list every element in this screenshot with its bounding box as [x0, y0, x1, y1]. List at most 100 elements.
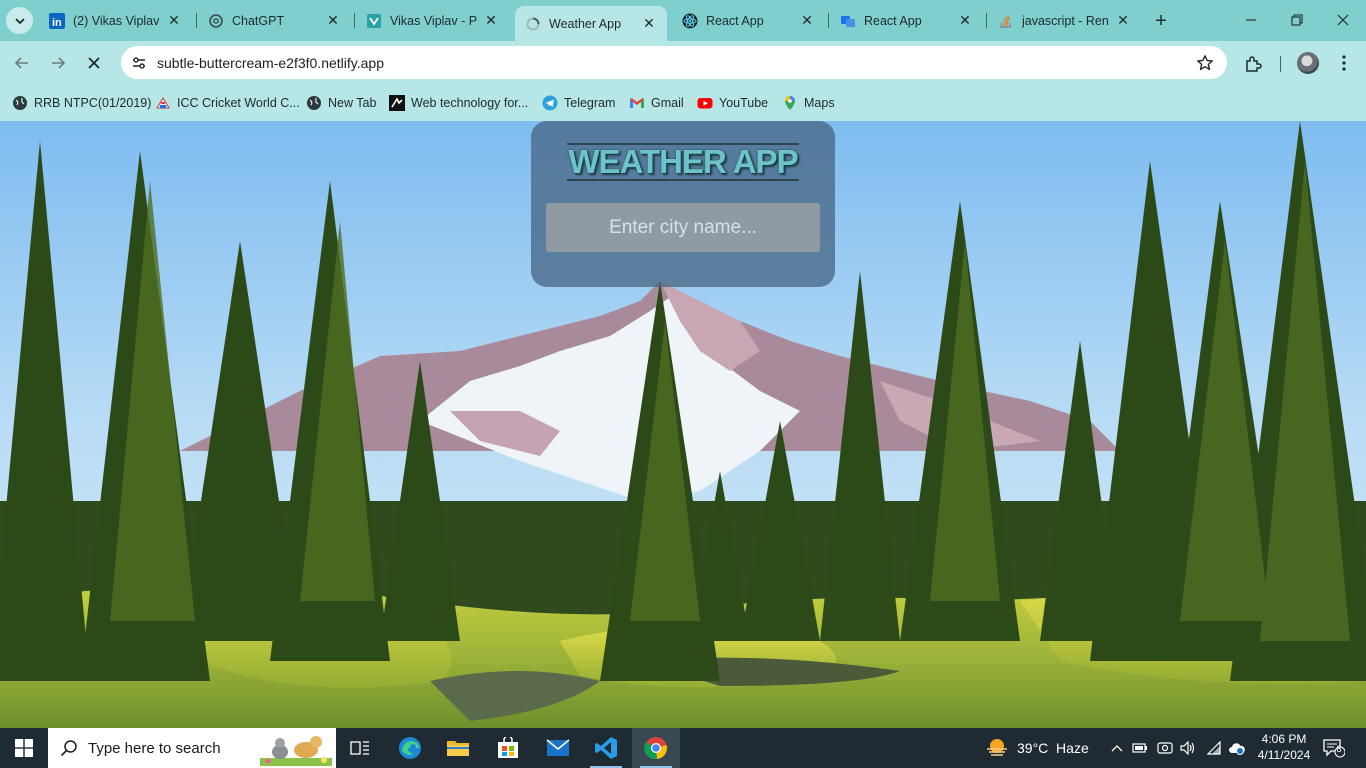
back-button[interactable] — [8, 49, 36, 77]
youtube-icon — [697, 95, 713, 111]
bookmark-gmail[interactable]: Gmail — [629, 92, 684, 114]
bookmark-web-technology[interactable]: Web technology for... — [389, 92, 528, 114]
tab-title: (2) Vikas Viplav | — [73, 13, 160, 28]
react-icon — [682, 13, 698, 29]
battery-tray-icon[interactable] — [1131, 739, 1149, 757]
tab-title: ChatGPT — [232, 13, 285, 28]
chevron-down-icon — [14, 17, 25, 24]
tab-strip: in (2) Vikas Viplav | ✕ ChatGPT ✕ Vikas … — [0, 0, 1366, 41]
profile-avatar[interactable] — [1297, 52, 1319, 74]
restore-button[interactable] — [1274, 0, 1320, 40]
tab-react-app-2[interactable]: React App ✕ — [830, 6, 983, 35]
bookmark-label: Maps — [804, 96, 835, 110]
bookmark-rrb-ntpc[interactable]: RRB NTPC(01/2019) — [12, 92, 151, 114]
taskbar-clock[interactable]: 4:06 PM 4/11/2024 — [1252, 731, 1316, 763]
network-tray-icon[interactable] — [1205, 739, 1223, 757]
weather-card: WEATHER APP — [531, 121, 835, 287]
tab-separator — [986, 13, 987, 28]
taskbar-vscode[interactable] — [582, 728, 630, 768]
tab-title: javascript - Rend — [1022, 13, 1109, 28]
app-title: WEATHER APP — [568, 143, 798, 180]
bookmark-label: New Tab — [328, 96, 377, 110]
toolbar-divider — [1280, 56, 1281, 72]
globe-icon — [12, 95, 28, 111]
start-button[interactable] — [0, 728, 48, 768]
haze-icon — [987, 739, 1007, 756]
stop-loading-button[interactable] — [80, 49, 108, 77]
tab-separator — [196, 13, 197, 28]
star-icon — [1197, 55, 1213, 71]
close-icon[interactable]: ✕ — [641, 15, 657, 32]
bookmark-icc-cricket[interactable]: ICC Cricket World C... — [155, 92, 300, 114]
url-text[interactable]: subtle-buttercream-e2f3f0.netlify.app — [157, 55, 384, 71]
battery-icon — [1132, 743, 1147, 753]
extensions-button[interactable] — [1241, 52, 1265, 76]
tab-react-app-1[interactable]: React App ✕ — [672, 6, 825, 35]
close-icon[interactable]: ✕ — [1115, 12, 1131, 29]
tab-stackoverflow[interactable]: javascript - Rend ✕ — [988, 6, 1141, 35]
close-icon[interactable]: ✕ — [325, 12, 341, 29]
address-bar[interactable]: subtle-buttercream-e2f3f0.netlify.app — [121, 46, 1227, 79]
close-icon[interactable]: ✕ — [799, 12, 815, 29]
bookmark-telegram[interactable]: Telegram — [542, 92, 615, 114]
browser-toolbar: subtle-buttercream-e2f3f0.netlify.app — [0, 41, 1366, 85]
onedrive-tray-icon[interactable] — [1228, 739, 1246, 757]
show-hidden-icons[interactable] — [1108, 739, 1126, 757]
task-view-button[interactable] — [336, 728, 384, 768]
chatgpt-icon — [208, 13, 224, 29]
taskbar-edge[interactable] — [386, 728, 434, 768]
tab-title: Weather App — [549, 16, 622, 31]
close-icon[interactable]: ✕ — [483, 12, 499, 29]
action-center-button[interactable]: 8 — [1322, 737, 1346, 759]
page-viewport: WEATHER APP — [0, 121, 1366, 728]
tab-weather-app[interactable]: Weather App ✕ — [515, 6, 667, 41]
bookmark-star-button[interactable] — [1195, 53, 1215, 73]
globe-icon — [306, 95, 322, 111]
loading-icon — [525, 16, 541, 32]
tab-separator — [354, 13, 355, 28]
tab-linkedin[interactable]: in (2) Vikas Viplav | ✕ — [39, 6, 192, 35]
weather-text: 39°C Haze — [1017, 740, 1089, 756]
taskbar-chrome[interactable] — [632, 728, 680, 768]
site-info-button[interactable] — [127, 51, 150, 74]
arrow-left-icon — [14, 57, 28, 69]
store-icon — [498, 737, 518, 758]
cricket-icon — [155, 95, 171, 111]
bookmark-label: YouTube — [719, 96, 769, 110]
volume-tray-icon[interactable] — [1179, 739, 1197, 757]
bookmark-label: RRB NTPC(01/2019) — [34, 96, 152, 110]
tune-icon — [132, 56, 145, 69]
search-highlight-illustration — [260, 736, 332, 766]
new-tab-button[interactable]: + — [1148, 8, 1174, 34]
close-icon[interactable]: ✕ — [957, 12, 973, 29]
search-icon — [60, 739, 78, 757]
meet-now-tray-icon[interactable] — [1156, 739, 1174, 757]
tab-portfolio[interactable]: Vikas Viplav - Po ✕ — [356, 6, 509, 35]
taskbar-mail[interactable] — [534, 728, 582, 768]
close-icon[interactable]: ✕ — [166, 12, 182, 29]
arrow-right-icon — [52, 57, 66, 69]
city-search-input[interactable] — [546, 203, 820, 252]
tab-search-button[interactable] — [6, 7, 33, 34]
browser-menu-button[interactable] — [1333, 52, 1355, 74]
folder-icon — [447, 741, 469, 756]
minimize-button[interactable] — [1228, 0, 1274, 40]
mail-icon — [546, 739, 570, 756]
tab-title: Vikas Viplav - Po — [390, 13, 477, 28]
vscode-icon — [595, 737, 617, 759]
bookmark-youtube[interactable]: YouTube — [697, 92, 768, 114]
close-window-button[interactable] — [1320, 0, 1366, 40]
bookmark-maps[interactable]: Maps — [782, 92, 835, 114]
tab-chatgpt[interactable]: ChatGPT ✕ — [198, 6, 351, 35]
maps-icon — [782, 95, 798, 111]
forward-button[interactable] — [44, 49, 72, 77]
speaker-icon — [1180, 741, 1195, 755]
taskbar-store[interactable] — [484, 728, 532, 768]
taskbar-file-explorer[interactable] — [434, 728, 482, 768]
taskbar-search[interactable]: Type here to search — [48, 728, 336, 768]
camera-icon — [1157, 742, 1173, 754]
telegram-icon — [542, 95, 558, 111]
weather-widget[interactable]: 39°C Haze — [985, 728, 1089, 768]
bookmark-new-tab[interactable]: New Tab — [306, 92, 376, 114]
close-icon — [1337, 14, 1349, 26]
